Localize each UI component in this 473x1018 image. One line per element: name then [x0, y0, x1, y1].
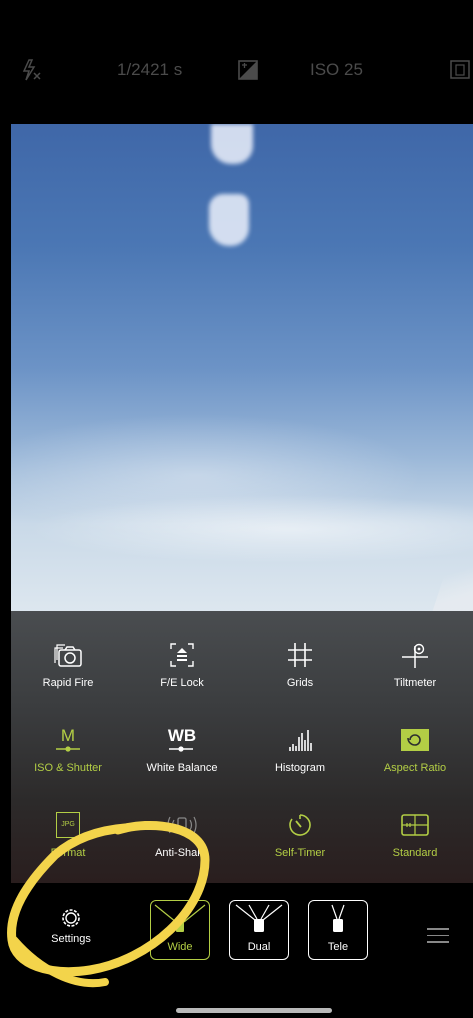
- rapid-fire-label: Rapid Fire: [42, 677, 94, 689]
- fe-lock-icon: [168, 639, 196, 671]
- camera-menu-icon[interactable]: [450, 58, 470, 82]
- window-reflection: [211, 124, 253, 164]
- fe-lock-label: F/E Lock: [160, 677, 204, 689]
- self-timer-label: Self-Timer: [274, 847, 326, 859]
- tele-lens-button[interactable]: Tele: [308, 900, 368, 960]
- self-timer-icon: [287, 809, 313, 841]
- histogram-label: Histogram: [274, 762, 326, 774]
- aspect-ratio-icon: [400, 724, 430, 756]
- bottom-bar: Settings Wide Dual Tele: [0, 883, 473, 1018]
- gear-icon: [32, 907, 110, 929]
- dual-lens-icon: [235, 904, 283, 932]
- standard-tile[interactable]: Standard: [360, 809, 470, 869]
- rapid-fire-tile[interactable]: Rapid Fire: [13, 639, 123, 699]
- manual-icon: M: [55, 724, 81, 756]
- jpg-format-icon-text: JPG: [56, 812, 80, 838]
- white-balance-icon: WB: [168, 724, 196, 756]
- settings-label: Settings: [51, 933, 91, 945]
- manual-icon-text: M: [60, 725, 76, 745]
- tiltmeter-tile[interactable]: Tiltmeter: [360, 639, 470, 699]
- quick-settings-panel: Rapid Fire F/E Lock Grids Tiltmeter M IS…: [11, 611, 473, 883]
- aspect-ratio-tile[interactable]: Aspect Ratio: [360, 724, 470, 784]
- anti-shake-tile[interactable]: Anti-Shake: [127, 809, 237, 869]
- iso-value[interactable]: ISO 25: [310, 58, 363, 82]
- wide-lens-button[interactable]: Wide: [150, 900, 210, 960]
- grid-icon: [286, 639, 314, 671]
- home-indicator[interactable]: [176, 1008, 332, 1013]
- camera-viewfinder[interactable]: [11, 124, 473, 612]
- standard-mode-icon: [400, 809, 430, 841]
- white-balance-tile[interactable]: WB White Balance: [127, 724, 237, 784]
- hamburger-icon[interactable]: [427, 928, 449, 948]
- exposure-compensation-icon[interactable]: [238, 60, 258, 84]
- dual-lens-button[interactable]: Dual: [229, 900, 289, 960]
- jpg-format-icon: JPG: [56, 809, 80, 841]
- tele-lens-icon: [331, 904, 345, 932]
- grids-label: Grids: [286, 677, 314, 689]
- flash-off-icon[interactable]: [20, 58, 42, 82]
- format-label: Format: [50, 847, 86, 859]
- iso-shutter-tile[interactable]: M ISO & Shutter: [13, 724, 123, 784]
- wide-lens-label: Wide: [167, 941, 193, 953]
- histogram-icon: [287, 724, 313, 756]
- fe-lock-tile[interactable]: F/E Lock: [127, 639, 237, 699]
- anti-shake-label: Anti-Shake: [155, 847, 209, 859]
- tiltmeter-label: Tiltmeter: [393, 677, 437, 689]
- grids-tile[interactable]: Grids: [245, 639, 355, 699]
- wide-lens-icon: [154, 904, 206, 932]
- histogram-tile[interactable]: Histogram: [245, 724, 355, 784]
- shutter-speed[interactable]: 1/2421 s: [117, 58, 182, 82]
- standard-label: Standard: [392, 847, 438, 859]
- tele-lens-label: Tele: [327, 941, 349, 953]
- settings-button[interactable]: Settings: [32, 907, 110, 945]
- white-balance-label: White Balance: [146, 762, 218, 774]
- window-reflection: [209, 194, 249, 246]
- rapid-fire-icon: [51, 639, 85, 671]
- self-timer-tile[interactable]: Self-Timer: [245, 809, 355, 869]
- camera-screen: 1/2421 s ISO 25 Rapid Fire F/E Lock Grid…: [0, 0, 473, 1018]
- iso-shutter-label: ISO & Shutter: [34, 762, 102, 774]
- white-balance-icon-text: WB: [167, 725, 197, 745]
- aspect-ratio-label: Aspect Ratio: [383, 762, 447, 774]
- top-bar: 1/2421 s ISO 25: [0, 0, 473, 124]
- tiltmeter-icon: [400, 639, 430, 671]
- format-tile[interactable]: JPG Format: [13, 809, 123, 869]
- anti-shake-icon: [167, 809, 197, 841]
- dual-lens-label: Dual: [247, 941, 271, 953]
- aircraft-wing: [428, 534, 473, 612]
